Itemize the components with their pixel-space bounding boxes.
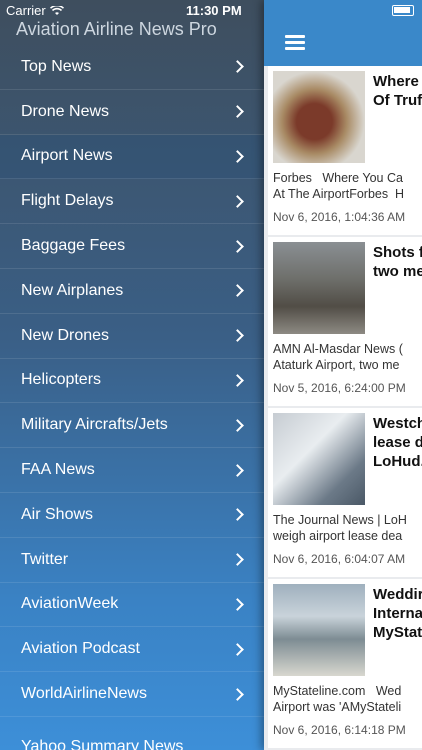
nav-bar [264, 0, 422, 66]
chevron-right-icon [231, 508, 244, 522]
battery-icon [392, 5, 414, 16]
chevron-right-icon [231, 463, 244, 477]
news-thumbnail [273, 584, 365, 676]
menu-item-new-drones[interactable]: New Drones [0, 314, 264, 359]
chevron-right-icon [231, 374, 244, 387]
menu-item-label: Twitter [21, 550, 69, 568]
news-card[interactable]: Weddir Interna MyStat MyStateline.com We… [268, 579, 422, 748]
news-date: Nov 6, 2016, 6:14:18 PM [273, 723, 406, 737]
news-card[interactable]: Shots f two me AMN Al-Masdar News ( Atat… [268, 237, 422, 406]
menu-item-flight-delays[interactable]: Flight Delays [0, 179, 264, 225]
news-description: Forbes Where You Ca At The AirportForbes… [273, 171, 405, 201]
menu-item-helicopters[interactable]: Helicopters [0, 359, 264, 404]
menu-item-label: Top News [21, 57, 92, 75]
app-title: Aviation Airline News Pro [16, 19, 217, 39]
menu-list: Top News Drone News Airport News Flight … [0, 45, 264, 717]
menu-item-new-airplanes[interactable]: New Airplanes [0, 269, 264, 314]
news-date: Nov 6, 2016, 1:04:36 AM [273, 210, 406, 224]
menu-item-label: Drone News [21, 102, 110, 120]
menu-item-label: FAA News [21, 461, 95, 479]
hamburger-menu-icon[interactable] [285, 35, 305, 50]
news-thumbnail [273, 413, 365, 505]
news-description: AMN Al-Masdar News ( Ataturk Airport, tw… [273, 342, 403, 372]
chevron-right-icon [231, 150, 244, 163]
news-card[interactable]: Westch lease d LoHud. The Journal News |… [268, 408, 422, 577]
menu-item-drone-news[interactable]: Drone News [0, 90, 264, 135]
news-thumbnail [273, 71, 365, 163]
menu-item-label: Aviation Podcast [21, 640, 140, 658]
menu-item-label: Flight Delays [21, 192, 114, 210]
chevron-right-icon [231, 418, 244, 432]
status-time: 11:30 PM [186, 3, 242, 18]
chevron-right-icon [231, 194, 244, 208]
news-description: MyStateline.com Wed Airport was 'AMyStat… [273, 684, 402, 714]
menu-item-label: AviationWeek [21, 595, 119, 613]
wifi-icon [49, 5, 64, 15]
chevron-right-icon [231, 239, 244, 253]
chevron-right-icon [231, 284, 244, 298]
chevron-right-icon [231, 642, 244, 656]
menu-item-label: WorldAirlineNews [21, 685, 147, 703]
menu-item-air-shows[interactable]: Air Shows [0, 493, 264, 538]
menu-item-label: Air Shows [21, 505, 94, 523]
sidebar-menu: Carrier 11:30 PM Aviation Airline News P… [0, 0, 264, 750]
chevron-right-icon [231, 687, 244, 701]
menu-item-baggage-fees[interactable]: Baggage Fees [0, 224, 264, 269]
chevron-right-icon [231, 553, 244, 567]
chevron-right-icon [231, 105, 244, 119]
news-title: Weddir Interna MyStat [373, 586, 422, 641]
news-feed: Where Of Truf Forbes Where You Ca At The… [268, 66, 422, 750]
menu-item-aviationweek[interactable]: AviationWeek [0, 583, 264, 628]
news-title: Where Of Truf [373, 73, 422, 109]
menu-item-aviation-podcast[interactable]: Aviation Podcast [0, 627, 264, 673]
news-title: Shots f two me [373, 244, 422, 280]
news-title: Westch lease d LoHud. [373, 415, 422, 470]
main-panel: Where Of Truf Forbes Where You Ca At The… [264, 0, 422, 750]
menu-item-top-news[interactable]: Top News [0, 45, 264, 90]
chevron-right-icon [231, 60, 244, 74]
menu-item-military-aircrafts[interactable]: Military Aircrafts/Jets [0, 403, 264, 449]
chevron-right-icon [231, 329, 244, 343]
status-bar-left: Carrier [6, 3, 64, 18]
menu-item-label: New Airplanes [21, 281, 124, 299]
menu-item-worldairlinenews[interactable]: WorldAirlineNews [0, 672, 264, 717]
menu-item-label: Military Aircrafts/Jets [21, 416, 168, 434]
news-date: Nov 5, 2016, 6:24:00 PM [273, 381, 406, 395]
menu-item-twitter[interactable]: Twitter [0, 538, 264, 583]
chevron-right-icon [231, 598, 244, 611]
menu-item-label: New Drones [21, 326, 110, 344]
news-date: Nov 6, 2016, 6:04:07 AM [273, 552, 406, 566]
menu-item-label: Airport News [21, 147, 113, 165]
news-description: The Journal News | LoH weigh airport lea… [273, 513, 407, 543]
menu-item-partial[interactable]: Yahoo Summary News [21, 738, 183, 750]
menu-item-faa-news[interactable]: FAA News [0, 448, 264, 493]
carrier-label: Carrier [6, 3, 46, 18]
menu-item-airport-news[interactable]: Airport News [0, 134, 264, 180]
news-card[interactable]: Where Of Truf Forbes Where You Ca At The… [268, 66, 422, 235]
menu-item-label: Baggage Fees [21, 237, 126, 255]
menu-item-label: Helicopters [21, 371, 102, 389]
news-thumbnail [273, 242, 365, 334]
